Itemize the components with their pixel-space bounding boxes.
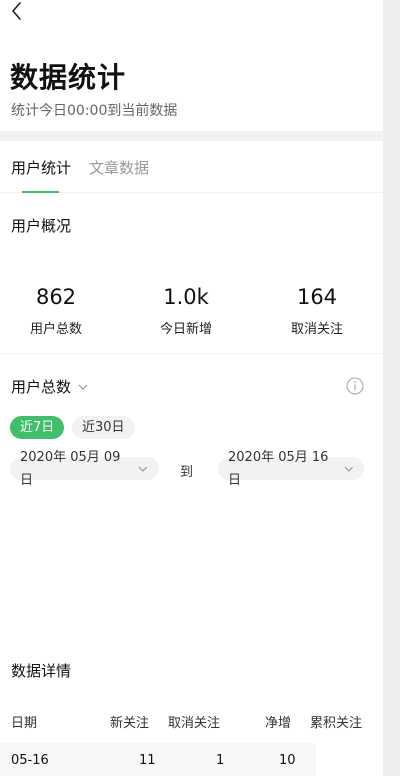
date-range-separator: 到	[180, 465, 194, 480]
stat-value: 1.0k	[163, 285, 209, 309]
end-date-value: 2020年 05月 16日	[228, 449, 329, 488]
metric-dropdown[interactable]: 用户总数	[11, 376, 89, 397]
table-header: 日期 新关注 取消关注 净增 累积关注	[0, 712, 383, 732]
chevron-down-icon	[78, 384, 88, 390]
stat-total-users: 862 用户总数	[0, 285, 116, 337]
range-30-days-chip[interactable]: 近30日	[72, 416, 135, 439]
back-button[interactable]	[6, 0, 30, 24]
active-tab-indicator	[22, 191, 59, 193]
column-header-total: 累积关注	[310, 716, 363, 731]
cell-new: 11	[139, 753, 156, 768]
stat-label: 取消关注	[290, 322, 343, 337]
stat-label: 今日新增	[159, 322, 212, 337]
section-divider	[0, 353, 383, 354]
column-header-unfollow: 取消关注	[168, 716, 221, 731]
page-title: 数据统计	[10, 61, 127, 94]
stat-value: 862	[35, 285, 77, 309]
header-card: 数据统计 统计今日00:00到当前数据	[0, 0, 383, 131]
column-header-new: 新关注	[110, 716, 150, 731]
page-subtitle: 统计今日00:00到当前数据	[11, 103, 178, 119]
start-date-value: 2020年 05月 09日	[20, 449, 121, 488]
column-header-net: 净增	[265, 716, 292, 731]
row-overlay	[316, 743, 383, 776]
chevron-down-icon	[138, 466, 148, 472]
info-icon[interactable]	[346, 377, 364, 395]
page-edge	[383, 0, 400, 776]
stat-new-today: 1.0k 今日新增	[126, 285, 246, 337]
tab-bar: 用户统计 文章数据	[0, 141, 383, 193]
cell-net: 10	[279, 753, 296, 768]
cell-unfollow: 1	[216, 753, 225, 768]
chevron-left-icon	[12, 2, 21, 20]
cell-date: 05-16	[11, 753, 49, 768]
overview-title: 用户概况	[11, 217, 72, 235]
page: 数据统计 统计今日00:00到当前数据 用户统计 文章数据 用户概况 862 用…	[0, 0, 383, 776]
stat-value: 164	[296, 285, 338, 309]
range-7-days-chip[interactable]: 近7日	[10, 416, 65, 439]
metric-dropdown-label: 用户总数	[11, 378, 72, 396]
tab-article-data[interactable]: 文章数据	[89, 157, 149, 178]
end-date-picker[interactable]: 2020年 05月 16日	[218, 450, 364, 488]
details-title: 数据详情	[11, 662, 72, 680]
stat-unfollow: 164 取消关注	[257, 285, 377, 337]
start-date-picker[interactable]: 2020年 05月 09日	[10, 450, 159, 488]
stat-label: 用户总数	[29, 322, 82, 337]
tab-user-stats[interactable]: 用户统计	[11, 157, 71, 178]
overview-stats: 862 用户总数 1.0k 今日新增 164 取消关注	[0, 285, 383, 345]
column-header-date: 日期	[11, 716, 38, 731]
chevron-down-icon	[344, 466, 353, 472]
main-card: 用户统计 文章数据 用户概况 862 用户总数 1.0k 今日新增 164 取消…	[0, 141, 383, 776]
